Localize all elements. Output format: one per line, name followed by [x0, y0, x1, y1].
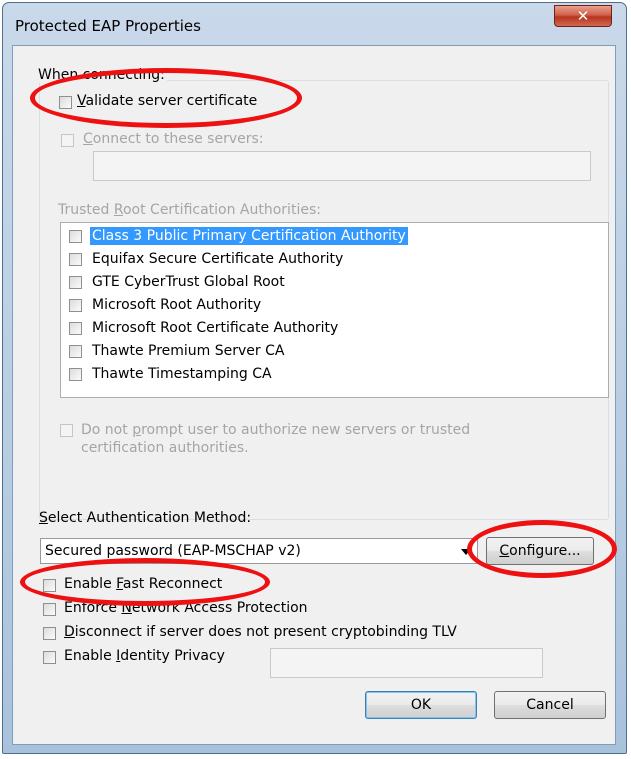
- authority-label: Equifax Secure Certificate Authority: [92, 251, 344, 267]
- label-part: onfigure...: [509, 543, 581, 559]
- fast-reconnect-checkbox[interactable]: [43, 579, 56, 592]
- authority-label: Microsoft Root Authority: [92, 297, 262, 313]
- cryptobinding-checkbox[interactable]: [43, 627, 56, 640]
- fast-reconnect-label[interactable]: Enable Fast Reconnect: [64, 576, 222, 592]
- cryptobinding-label[interactable]: Disconnect if server does not present cr…: [64, 624, 457, 640]
- trusted-root-list[interactable]: Class 3 Public Primary Certification Aut…: [60, 222, 609, 398]
- mnemonic: C: [499, 543, 510, 559]
- connect-servers-label[interactable]: Connect to these servers:: [83, 131, 264, 147]
- label-part: rompt user to authorize new servers or t…: [141, 422, 471, 438]
- identity-privacy-label[interactable]: Enable Identity Privacy: [64, 648, 225, 664]
- identity-privacy-checkbox[interactable]: [43, 651, 56, 664]
- list-item[interactable]: Equifax Secure Certificate Authority: [61, 248, 608, 270]
- mnemonic: p: [132, 422, 142, 438]
- label-part: oot Certification Authorities:: [122, 202, 321, 218]
- mnemonic: F: [116, 576, 123, 592]
- authority-label: GTE CyberTrust Global Root: [92, 274, 285, 290]
- window-title: Protected EAP Properties: [15, 17, 201, 35]
- mnemonic: C: [83, 131, 93, 147]
- identity-input[interactable]: [270, 648, 543, 678]
- authority-label: Thawte Timestamping CA: [92, 366, 272, 382]
- label-part: isconnect if server does not present cry…: [74, 624, 457, 640]
- nap-checkbox[interactable]: [43, 603, 56, 616]
- auth-method-value: Secured password (EAP-MSCHAP v2): [45, 543, 301, 559]
- label-part: alidate server certificate: [85, 93, 258, 109]
- list-item[interactable]: Class 3 Public Primary Certification Aut…: [61, 225, 608, 247]
- validate-cert-label[interactable]: Validate server certificate: [77, 93, 257, 109]
- mnemonic: S: [39, 510, 48, 526]
- dialog-body: When connecting: Validate server certifi…: [12, 45, 616, 745]
- label-part: Enforce: [64, 600, 122, 616]
- do-not-prompt-checkbox[interactable]: [60, 424, 73, 437]
- label-part: ast Reconnect: [122, 576, 223, 592]
- trusted-root-label: Trusted Root Certification Authorities:: [58, 202, 321, 218]
- configure-button[interactable]: Configure...: [486, 537, 594, 565]
- close-button[interactable]: ✕: [554, 5, 612, 27]
- mnemonic: D: [64, 624, 75, 640]
- mnemonic: R: [113, 202, 123, 218]
- dialog-window: Protected EAP Properties ✕ When connecti…: [2, 2, 627, 754]
- authority-checkbox[interactable]: [69, 230, 82, 243]
- validate-cert-checkbox[interactable]: [59, 96, 72, 109]
- authority-checkbox[interactable]: [69, 345, 82, 358]
- authority-label: Class 3 Public Primary Certification Aut…: [90, 227, 408, 245]
- auth-method-label: Select Authentication Method:: [39, 510, 251, 526]
- label-part: dentity Privacy: [120, 648, 225, 664]
- label-part: elect Authentication Method:: [47, 510, 252, 526]
- label-part: certification authorities.: [81, 440, 249, 456]
- authority-checkbox[interactable]: [69, 276, 82, 289]
- dropdown-arrow-icon: [461, 549, 471, 555]
- when-connecting-label: When connecting:: [36, 67, 167, 83]
- ok-button[interactable]: OK: [365, 691, 477, 719]
- authority-checkbox[interactable]: [69, 253, 82, 266]
- list-item[interactable]: GTE CyberTrust Global Root: [61, 271, 608, 293]
- list-item[interactable]: Microsoft Root Certificate Authority: [61, 317, 608, 339]
- label-part: etwork Access Protection: [131, 600, 308, 616]
- cancel-button[interactable]: Cancel: [494, 691, 606, 719]
- authority-checkbox[interactable]: [69, 299, 82, 312]
- list-item[interactable]: Microsoft Root Authority: [61, 294, 608, 316]
- connect-servers-checkbox[interactable]: [61, 134, 74, 147]
- nap-label[interactable]: Enforce Network Access Protection: [64, 600, 308, 616]
- authority-label: Thawte Premium Server CA: [92, 343, 285, 359]
- mnemonic: V: [77, 93, 86, 109]
- servers-input[interactable]: [93, 151, 591, 181]
- mnemonic: N: [121, 600, 132, 616]
- do-not-prompt-label[interactable]: Do not prompt user to authorize new serv…: [81, 421, 470, 457]
- authority-checkbox[interactable]: [69, 368, 82, 381]
- label-part: Enable: [64, 648, 117, 664]
- title-bar[interactable]: Protected EAP Properties ✕: [3, 3, 626, 47]
- label-part: Enable: [64, 576, 117, 592]
- list-item[interactable]: Thawte Timestamping CA: [61, 363, 608, 385]
- authority-label: Microsoft Root Certificate Authority: [92, 320, 339, 336]
- auth-method-select[interactable]: Secured password (EAP-MSCHAP v2): [40, 538, 478, 564]
- label-part: Trusted: [58, 202, 114, 218]
- label-part: onnect to these servers:: [92, 131, 264, 147]
- authority-checkbox[interactable]: [69, 322, 82, 335]
- list-item[interactable]: Thawte Premium Server CA: [61, 340, 608, 362]
- label-part: Do not: [81, 422, 133, 438]
